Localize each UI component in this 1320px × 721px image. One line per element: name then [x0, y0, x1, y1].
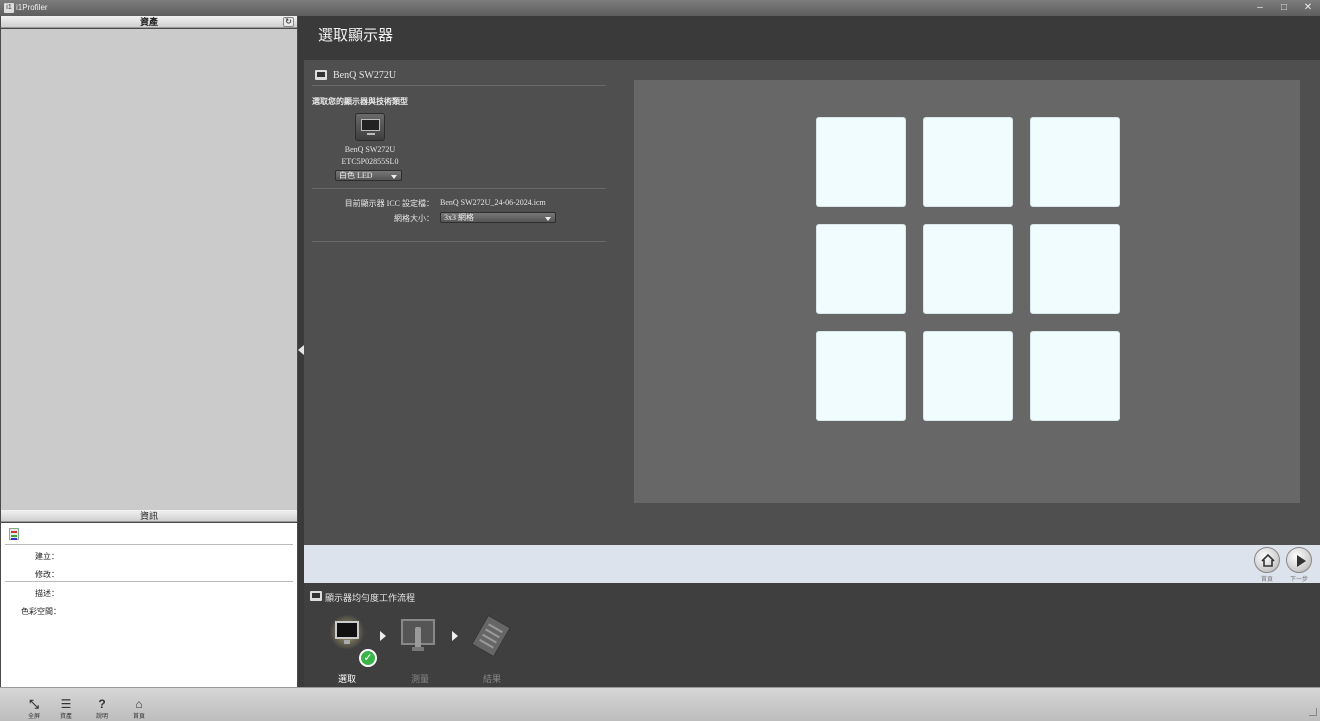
grid-tile	[816, 224, 906, 314]
assets-header: 資產 ↻	[1, 16, 297, 28]
monitor-serial: ETC5P02855SL0	[341, 157, 399, 166]
workflow-title: 顯示器均勻度工作流程	[325, 593, 416, 603]
description-label: 描述：	[35, 589, 59, 598]
home-button[interactable]	[1254, 547, 1280, 573]
grid-tile	[923, 117, 1013, 207]
close-button[interactable]: ✕	[1296, 0, 1320, 16]
assets-list[interactable]	[1, 29, 297, 510]
title-bar: i1 i1Profiler – □ ✕	[0, 0, 1320, 16]
icc-value: BenQ SW272U_24-06-2024.icm	[440, 198, 546, 207]
workflow-monitor-icon	[310, 591, 322, 601]
icc-label: 目前顯示器 ICC 設定檔：	[344, 199, 434, 208]
fullscreen-label: 全屏	[27, 714, 40, 720]
help-label: 說明	[95, 714, 108, 720]
home-toolbar-label: 首頁	[132, 714, 145, 720]
grid-size-label: 網格大小：	[394, 214, 434, 223]
refresh-icon: ↻	[285, 17, 292, 26]
workflow-step-measure[interactable]	[400, 619, 438, 657]
resize-grip-icon[interactable]	[1309, 708, 1317, 716]
play-icon	[1297, 555, 1306, 567]
monitor-select-button[interactable]	[355, 113, 385, 141]
info-divider	[5, 544, 293, 545]
grid-tile	[816, 117, 906, 207]
home-label: 首頁	[1260, 577, 1273, 583]
color-space-label: 色彩空間：	[21, 607, 61, 616]
assets-label: 資產	[59, 714, 72, 720]
app-icon: i1	[4, 3, 14, 13]
next-button[interactable]	[1286, 547, 1312, 573]
workflow-step-results[interactable]	[471, 614, 512, 658]
section-divider	[312, 85, 606, 86]
window-title: i1Profiler	[16, 3, 48, 12]
info-header: 資訊	[1, 510, 297, 522]
clipboard-icon	[471, 614, 511, 658]
section-divider	[312, 241, 606, 242]
chevron-down-icon	[545, 217, 551, 221]
monitor-icon	[361, 119, 380, 131]
step-arrow-icon	[452, 631, 458, 641]
check-icon: ✓	[359, 649, 377, 667]
info-divider	[5, 581, 293, 582]
grid-tile	[923, 331, 1013, 421]
left-panel: 資產 ↻ 資訊 建立： 修改： 描述： 色彩空間：	[0, 16, 298, 687]
workflow-panel: 顯示器均勻度工作流程 ✓ 選取 測量 結果	[304, 583, 1320, 687]
monitor-icon	[335, 621, 359, 639]
step-label-select: 選取	[337, 674, 356, 684]
step-label-results: 結果	[482, 674, 501, 684]
list-icon: ☰	[60, 697, 72, 711]
minimize-button[interactable]: –	[1248, 0, 1272, 16]
chevron-down-icon	[391, 175, 397, 179]
step-label-measure: 測量	[410, 674, 429, 684]
assets-button[interactable]: ☰ 資產	[51, 697, 81, 720]
grid-size-value: 3x3 網格	[444, 213, 474, 222]
home-icon: ⌂	[135, 697, 143, 711]
monitor-model: BenQ SW272U	[344, 145, 396, 154]
grid-tile	[816, 331, 906, 421]
select-prompt: 選取您的顯示器與技術類型	[312, 97, 408, 106]
grid-tile	[923, 224, 1013, 314]
maximize-button[interactable]: □	[1272, 0, 1296, 16]
section-divider	[312, 188, 606, 189]
help-button[interactable]: ? 說明	[87, 697, 117, 720]
main-header: 選取顯示器	[304, 16, 1320, 60]
help-icon: ?	[98, 697, 106, 711]
tech-type-dropdown[interactable]: 白色 LED	[335, 170, 402, 181]
next-label: 下一步	[1289, 577, 1308, 583]
assets-header-label: 資產	[139, 17, 158, 27]
modified-label: 修改：	[35, 570, 59, 579]
tech-type-value: 白色 LED	[339, 171, 373, 180]
step-arrow-icon	[380, 631, 386, 641]
grid-size-dropdown[interactable]: 3x3 網格	[440, 212, 556, 223]
workflow-step-select[interactable]: ✓	[328, 615, 377, 667]
home-icon	[1261, 553, 1275, 567]
grid-tile	[1030, 224, 1120, 314]
page-title: 選取顯示器	[318, 26, 394, 44]
fullscreen-icon: ⤡	[29, 697, 39, 711]
document-icon	[9, 528, 19, 540]
refresh-button[interactable]: ↻	[283, 17, 294, 27]
grid-tile	[1030, 331, 1120, 421]
info-panel: 建立： 修改： 描述： 色彩空間：	[1, 523, 297, 687]
monitor-icon	[315, 70, 327, 80]
display-name: BenQ SW272U	[333, 70, 397, 81]
bottom-toolbar: ⤡ 全屏 ☰ 資產 ? 說明 ⌂ 首頁	[0, 687, 1320, 721]
uniformity-grid-preview	[634, 80, 1300, 503]
main-content: BenQ SW272U 選取您的顯示器與技術類型 BenQ SW272U ETC…	[304, 60, 1320, 545]
grid-tile	[1030, 117, 1120, 207]
home-toolbar-button[interactable]: ⌂ 首頁	[124, 697, 154, 720]
navigation-bar: 首頁 下一步	[304, 545, 1320, 583]
fullscreen-button[interactable]: ⤡ 全屏	[19, 697, 49, 720]
created-label: 建立：	[35, 552, 59, 561]
